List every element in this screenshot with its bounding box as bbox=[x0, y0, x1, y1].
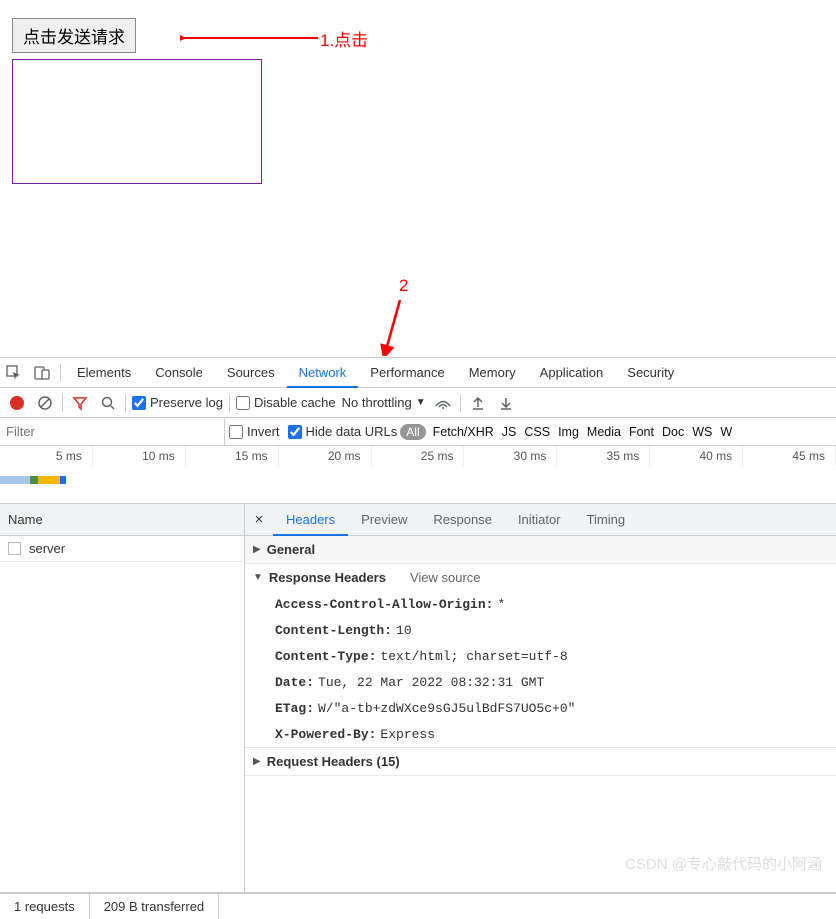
inspect-icon[interactable] bbox=[0, 359, 28, 387]
header-acao: Access-Control-Allow-Origin:* bbox=[245, 591, 836, 617]
request-headers-label: Request Headers (15) bbox=[267, 754, 400, 769]
status-transferred: 209 B transferred bbox=[90, 894, 219, 919]
tl-tick: 30 ms bbox=[464, 446, 557, 466]
invert-check[interactable]: Invert bbox=[229, 424, 280, 439]
watermark: CSDN @专心敲代码的小阿涵 bbox=[625, 853, 822, 874]
filter-input[interactable] bbox=[0, 419, 225, 445]
preserve-log-label: Preserve log bbox=[150, 395, 223, 410]
close-icon[interactable]: × bbox=[245, 511, 273, 528]
result-box bbox=[12, 59, 262, 184]
status-bar: 1 requests 209 B transferred bbox=[0, 893, 836, 919]
device-toggle-icon[interactable] bbox=[28, 359, 56, 387]
tl-tick: 10 ms bbox=[93, 446, 186, 466]
preserve-log-check[interactable]: Preserve log bbox=[132, 395, 223, 410]
response-headers-label: Response Headers bbox=[269, 570, 386, 585]
view-source-link[interactable]: View source bbox=[410, 570, 481, 585]
clear-icon[interactable] bbox=[34, 392, 56, 414]
filter-type-wasm[interactable]: W bbox=[720, 425, 732, 439]
filter-type-doc[interactable]: Doc bbox=[662, 425, 684, 439]
filter-type-ws[interactable]: WS bbox=[692, 425, 712, 439]
tab-performance[interactable]: Performance bbox=[358, 358, 456, 388]
general-label: General bbox=[267, 542, 315, 557]
throttling-select[interactable]: No throttling▼ bbox=[342, 395, 426, 410]
filter-icon[interactable] bbox=[69, 392, 91, 414]
network-toolbar: Preserve log Disable cache No throttling… bbox=[0, 388, 836, 418]
filter-type-img[interactable]: Img bbox=[558, 425, 579, 439]
hide-data-urls-check[interactable]: Hide data URLs bbox=[288, 424, 398, 439]
detail-tab-preview[interactable]: Preview bbox=[348, 504, 420, 536]
header-etag: ETag:W/"a-tb+zdWXce9sGJ5ulBdFS7UO5c+0" bbox=[245, 695, 836, 721]
tab-security[interactable]: Security bbox=[615, 358, 686, 388]
timeline-overview[interactable]: 5 ms 10 ms 15 ms 20 ms 25 ms 30 ms 35 ms… bbox=[0, 446, 836, 504]
detail-tab-initiator[interactable]: Initiator bbox=[505, 504, 574, 536]
request-row[interactable]: server bbox=[0, 536, 244, 562]
tab-console[interactable]: Console bbox=[143, 358, 215, 388]
upload-har-icon[interactable] bbox=[467, 392, 489, 414]
filter-type-font[interactable]: Font bbox=[629, 425, 654, 439]
tab-memory[interactable]: Memory bbox=[457, 358, 528, 388]
tab-application[interactable]: Application bbox=[528, 358, 616, 388]
tl-tick: 45 ms bbox=[743, 446, 836, 466]
header-content-length: Content-Length:10 bbox=[245, 617, 836, 643]
filter-row: Invert Hide data URLs All Fetch/XHR JS C… bbox=[0, 418, 836, 446]
hide-data-label: Hide data URLs bbox=[306, 424, 398, 439]
tl-tick: 25 ms bbox=[372, 446, 465, 466]
tab-sources[interactable]: Sources bbox=[215, 358, 287, 388]
tl-tick: 5 ms bbox=[0, 446, 93, 466]
header-date: Date:Tue, 22 Mar 2022 08:32:31 GMT bbox=[245, 669, 836, 695]
tab-elements[interactable]: Elements bbox=[65, 358, 143, 388]
tl-tick: 15 ms bbox=[186, 446, 279, 466]
request-list: Name server bbox=[0, 504, 245, 892]
name-column-header[interactable]: Name bbox=[0, 504, 244, 536]
status-requests: 1 requests bbox=[0, 894, 90, 919]
record-button[interactable] bbox=[6, 392, 28, 414]
filter-type-all[interactable]: All bbox=[400, 424, 425, 440]
send-request-button[interactable]: 点击发送请求 bbox=[12, 18, 136, 53]
throttling-label: No throttling bbox=[342, 395, 412, 410]
devtools-panel: Elements Console Sources Network Perform… bbox=[0, 357, 836, 904]
tl-tick: 20 ms bbox=[279, 446, 372, 466]
invert-label: Invert bbox=[247, 424, 280, 439]
detail-tab-timing[interactable]: Timing bbox=[574, 504, 639, 536]
header-content-type: Content-Type:text/html; charset=utf-8 bbox=[245, 643, 836, 669]
filter-type-css[interactable]: CSS bbox=[524, 425, 550, 439]
tl-tick: 35 ms bbox=[557, 446, 650, 466]
annotation-2: 2 bbox=[399, 276, 408, 296]
general-section[interactable]: ▶General bbox=[245, 536, 836, 563]
detail-tab-headers[interactable]: Headers bbox=[273, 504, 348, 536]
search-icon[interactable] bbox=[97, 392, 119, 414]
disable-cache-label: Disable cache bbox=[254, 395, 336, 410]
download-har-icon[interactable] bbox=[495, 392, 517, 414]
filter-type-js[interactable]: JS bbox=[502, 425, 517, 439]
request-detail: × Headers Preview Response Initiator Tim… bbox=[245, 504, 836, 892]
header-x-powered-by: X-Powered-By:Express bbox=[245, 721, 836, 747]
filter-type-fetch[interactable]: Fetch/XHR bbox=[433, 425, 494, 439]
file-icon bbox=[8, 542, 21, 555]
response-headers-section[interactable]: ▼Response HeadersView source bbox=[245, 564, 836, 591]
detail-tab-response[interactable]: Response bbox=[420, 504, 505, 536]
request-headers-section[interactable]: ▶Request Headers (15) bbox=[245, 748, 836, 775]
disable-cache-check[interactable]: Disable cache bbox=[236, 395, 336, 410]
devtools-tabstrip: Elements Console Sources Network Perform… bbox=[0, 358, 836, 388]
tl-tick: 40 ms bbox=[650, 446, 743, 466]
filter-type-media[interactable]: Media bbox=[587, 425, 621, 439]
network-conditions-icon[interactable] bbox=[432, 392, 454, 414]
request-name: server bbox=[29, 541, 65, 556]
tab-network[interactable]: Network bbox=[287, 358, 359, 388]
